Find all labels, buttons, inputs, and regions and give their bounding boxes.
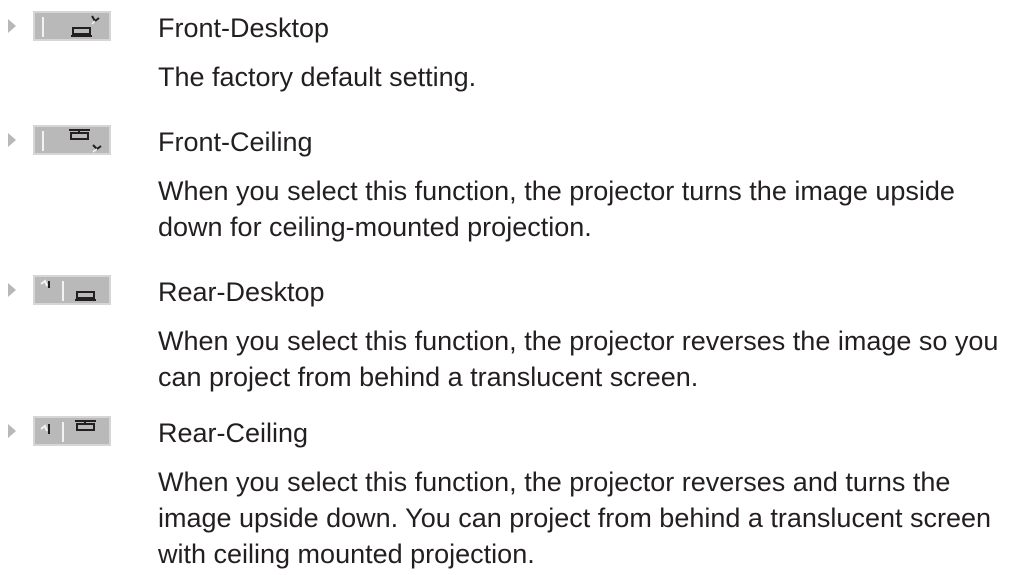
rear-ceiling-icon: [33, 416, 111, 446]
mode-title: Rear-Desktop: [158, 277, 325, 307]
mode-title: Front-Desktop: [158, 13, 330, 43]
front-ceiling-icon: [33, 125, 111, 155]
triangle-bullet-icon: [8, 283, 16, 297]
mode-description: The factory default setting.: [158, 62, 477, 92]
triangle-bullet-icon: [8, 133, 16, 147]
mode-title: Front-Ceiling: [158, 127, 313, 157]
front-desktop-icon: [33, 11, 111, 41]
rear-desktop-icon: [33, 275, 111, 305]
triangle-bullet-icon: [8, 19, 16, 33]
mode-title: Rear-Ceiling: [158, 418, 309, 448]
mode-description: When you select this function, the proje…: [158, 176, 955, 242]
mode-description: When you select this function, the proje…: [158, 467, 992, 569]
mode-description: When you select this function, the proje…: [158, 326, 999, 392]
triangle-bullet-icon: [8, 424, 16, 438]
